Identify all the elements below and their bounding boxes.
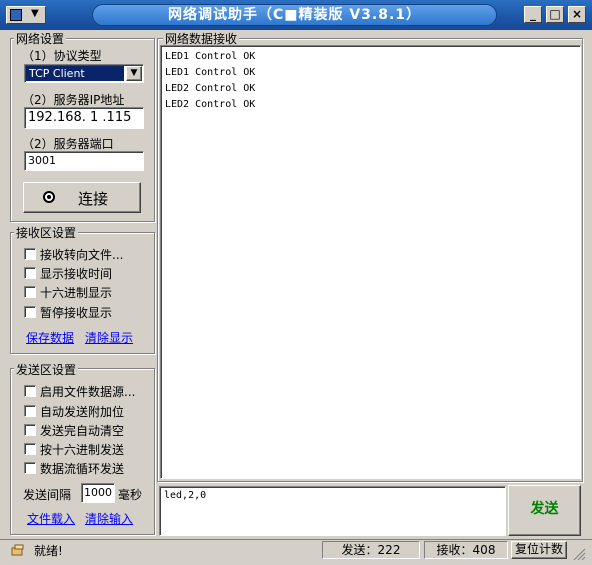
checkbox-label: 显示接收时间 (40, 267, 113, 281)
protocol-label: （1）协议类型 (22, 49, 102, 63)
receive-line: LED2 Control OK (165, 83, 256, 94)
checkbox[interactable] (24, 405, 36, 417)
status-icon (10, 542, 26, 558)
send-interval-label: 发送间隔 (23, 488, 72, 502)
minimize-button[interactable]: _ (524, 6, 542, 23)
receive-data-area[interactable]: LED1 Control OK LED1 Control OK LED2 Con… (160, 45, 581, 479)
reset-count-button[interactable]: 复位计数 (511, 541, 567, 559)
server-port-input[interactable]: 3001 (24, 151, 144, 171)
checkbox-label: 启用文件数据源... (40, 385, 136, 399)
system-menu-button[interactable]: ▼ (6, 6, 46, 24)
checkbox-label: 发送完自动清空 (40, 424, 125, 438)
resize-grip-icon[interactable] (572, 548, 586, 561)
send-button[interactable]: 发送 (508, 485, 581, 536)
send-settings-label: 发送区设置 (14, 361, 79, 378)
server-ip-input[interactable]: 192.168. 1 .115 (24, 107, 144, 129)
receive-line: LED2 Control OK (165, 99, 256, 110)
close-button[interactable]: × (568, 6, 586, 23)
server-ip-label: （2）服务器IP地址 (22, 93, 125, 107)
status-text: 就绪! (34, 544, 63, 558)
connect-button[interactable]: 连接 (23, 182, 141, 213)
chevron-down-icon: ▼ (31, 8, 39, 19)
chevron-down-icon[interactable]: ▼ (126, 66, 142, 81)
maximize-icon: □ (549, 7, 561, 21)
checkbox-label: 十六进制显示 (40, 286, 113, 300)
connect-label: 连接 (78, 190, 109, 208)
receive-line: LED1 Control OK (165, 51, 256, 62)
send-input-area[interactable]: led,2,0 (159, 486, 506, 536)
receive-line: LED1 Control OK (165, 67, 256, 78)
checkbox[interactable] (24, 424, 36, 436)
clear-display-link[interactable]: 清除显示 (85, 329, 133, 346)
file-load-link[interactable]: 文件载入 (27, 510, 75, 527)
checkbox-label: 按十六进制发送 (40, 443, 125, 457)
checkbox[interactable] (24, 385, 36, 397)
checkbox[interactable] (24, 443, 36, 455)
app-icon (10, 9, 22, 21)
send-interval-unit: 毫秒 (118, 488, 143, 502)
minimize-icon: _ (530, 7, 536, 21)
checkbox[interactable] (24, 462, 36, 474)
recv-count: 接收：408 (424, 541, 508, 559)
close-icon: × (571, 7, 583, 21)
clear-input-link[interactable]: 清除输入 (85, 510, 133, 527)
checkbox-label: 自动发送附加位 (40, 405, 125, 419)
checkbox[interactable] (24, 306, 36, 318)
save-data-link[interactable]: 保存数据 (26, 329, 74, 346)
maximize-button[interactable]: □ (546, 6, 564, 23)
network-settings-label: 网络设置 (14, 30, 67, 47)
send-interval-input[interactable]: 1000 (81, 483, 115, 503)
receive-settings-label: 接收区设置 (14, 224, 79, 241)
sent-count: 发送：222 (322, 541, 420, 559)
protocol-selected-value: TCP Client (26, 66, 124, 81)
checkbox-label: 数据流循环发送 (40, 462, 125, 476)
radio-indicator-icon (43, 191, 55, 203)
checkbox[interactable] (24, 286, 36, 298)
checkbox[interactable] (24, 267, 36, 279)
protocol-select[interactable]: TCP Client ▼ (24, 64, 144, 83)
server-port-label: （2）服务器端口 (22, 137, 114, 151)
checkbox-label: 接收转向文件... (40, 248, 124, 262)
checkbox[interactable] (24, 248, 36, 260)
window-title: 网络调试助手（C■精装版 V3.8.1） (167, 7, 422, 23)
checkbox-label: 暂停接收显示 (40, 306, 113, 320)
